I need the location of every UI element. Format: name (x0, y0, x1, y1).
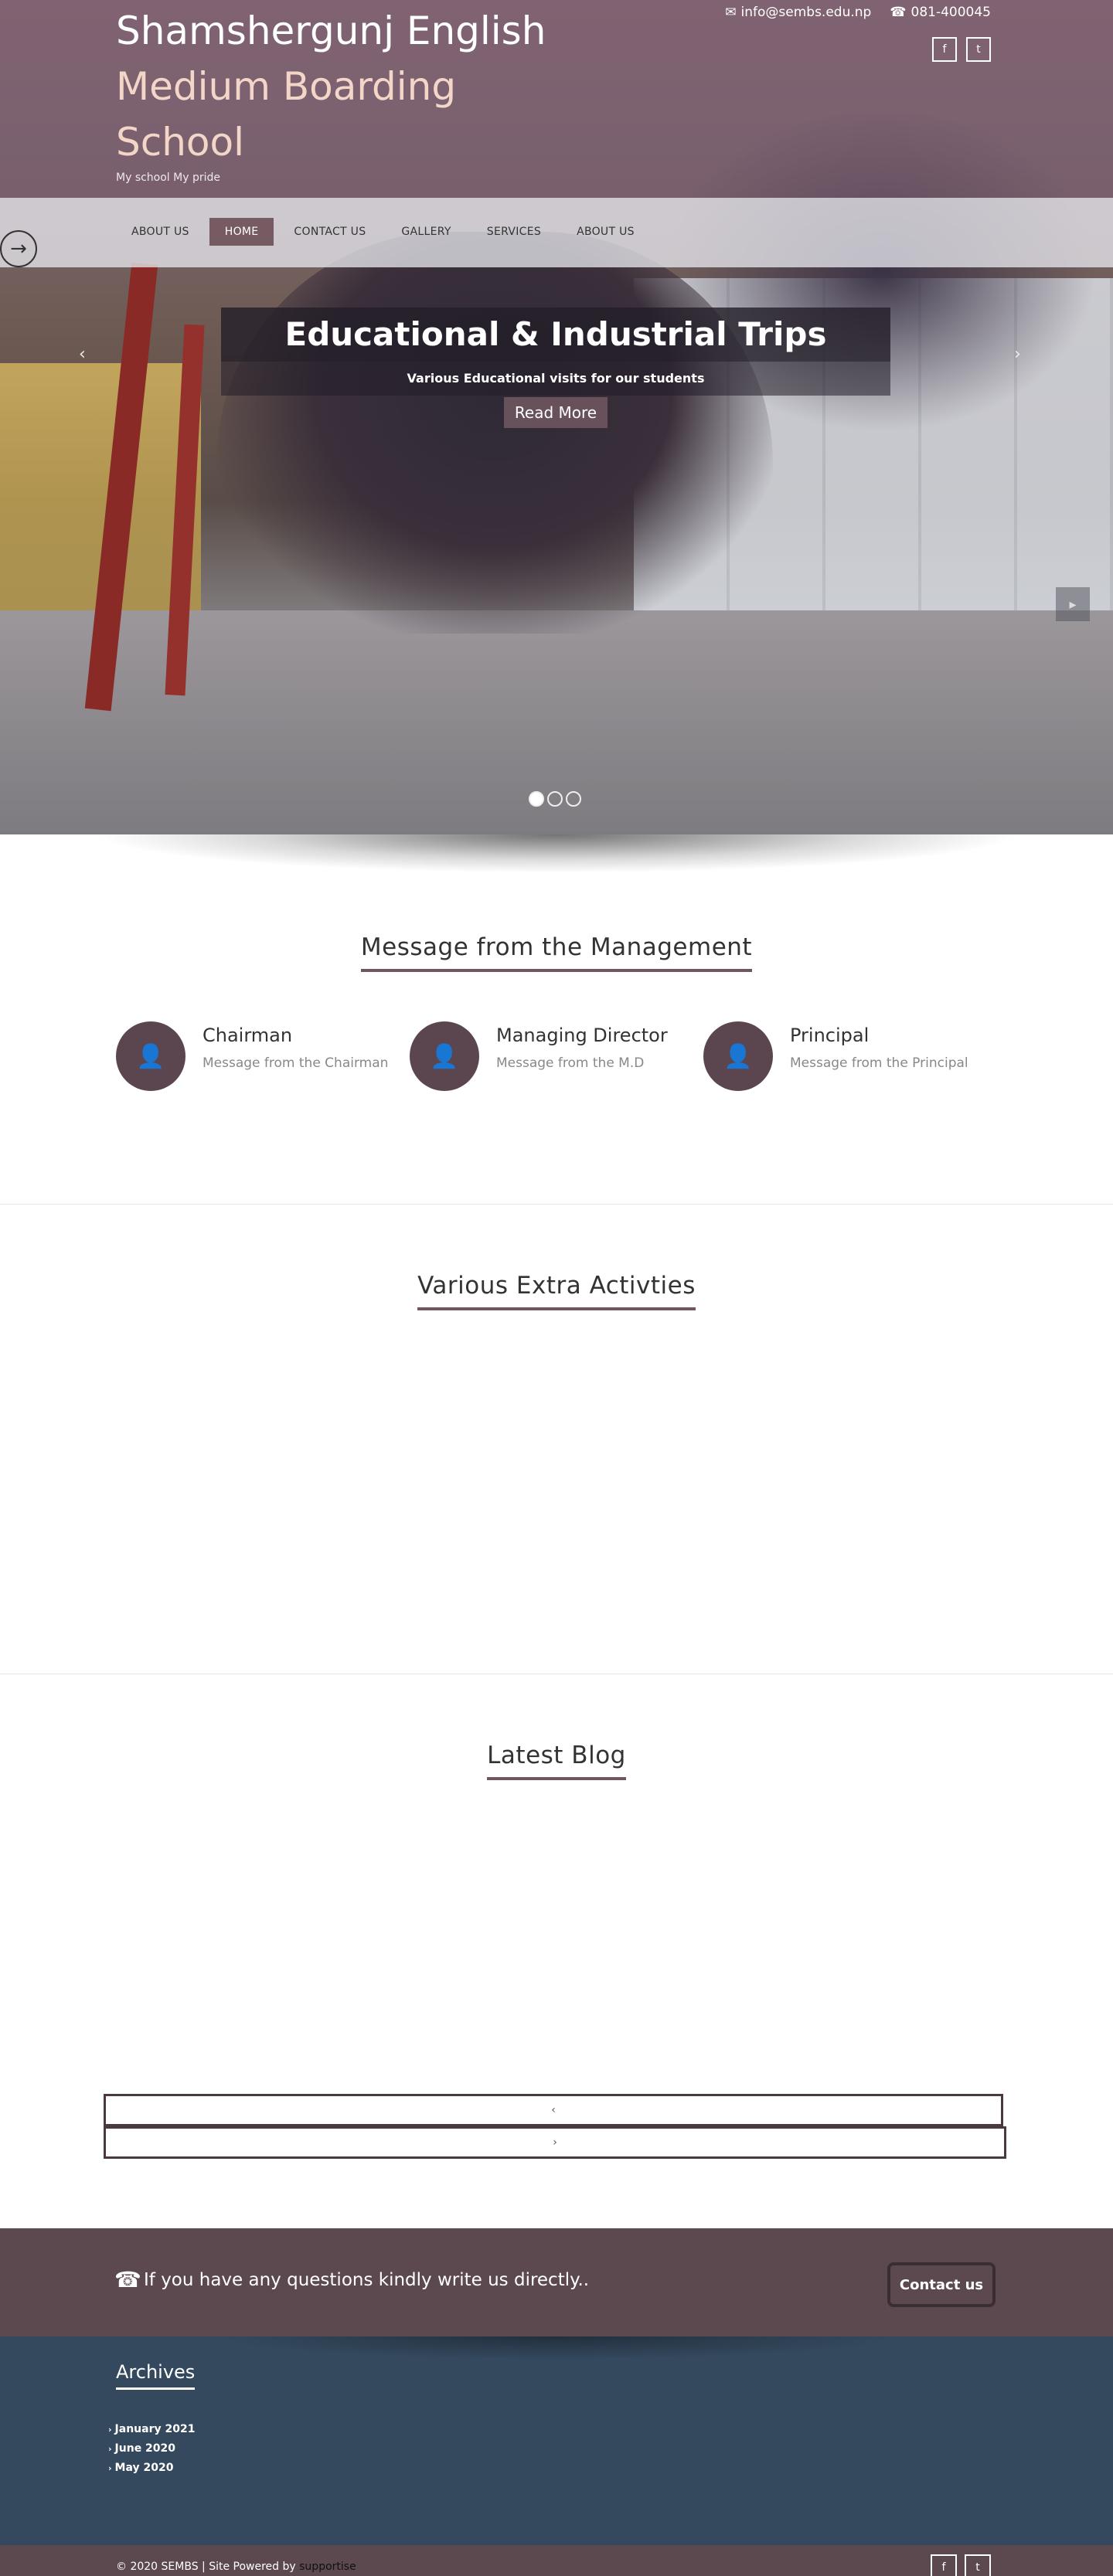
nav-item-gallery[interactable]: GALLERY (386, 218, 466, 246)
bullet-icon: › (108, 2444, 112, 2454)
archive-label[interactable]: May 2020 (115, 2462, 174, 2474)
carousel-next-button[interactable]: › (104, 2126, 1006, 2159)
brand-line-2[interactable]: Medium Boarding (116, 59, 549, 114)
user-icon: 👤 (703, 1021, 773, 1091)
nav-item-home[interactable]: HOME (209, 218, 274, 246)
footer: Archives › January 2021 › June 2020 › May 2… (0, 2336, 1113, 2545)
copyright: © 2020 SEMBS | Site Powered by supportis… (116, 2561, 356, 2573)
archives-title: Archives (116, 2361, 196, 2390)
management-item-principal[interactable]: 👤 Principal Message from the Principal (703, 1021, 997, 1091)
nav-item-services[interactable]: SERVICES (471, 218, 556, 246)
chevron-left-icon: ‹ (551, 2104, 556, 2116)
powered-by-link[interactable]: supportise (299, 2561, 356, 2573)
slide-control-button[interactable]: ▸ (1056, 587, 1090, 621)
blog-title: Latest Blog (487, 1742, 626, 1780)
archive-label[interactable]: June 2020 (115, 2442, 175, 2455)
brand-line-1[interactable]: Shamshergunj English (116, 3, 549, 59)
nav-item-about-us-2[interactable]: ABOUT US (561, 218, 650, 246)
management-name[interactable]: Managing Director (496, 1025, 668, 1046)
twitter-icon[interactable]: t (965, 2554, 991, 2576)
archive-item[interactable]: › January 2021 (108, 2420, 195, 2439)
bullet-icon: › (108, 2463, 112, 2473)
user-icon: 👤 (116, 1021, 186, 1091)
cta-text: If you have any questions kindly write u… (144, 2270, 590, 2290)
site-brand[interactable]: Shamshergunj English Medium Boarding Sch… (116, 3, 549, 184)
management-item-md[interactable]: 👤 Managing Director Message from the M.D (410, 1021, 703, 1091)
envelope-icon: ✉ (725, 5, 737, 20)
header-social-links: f t (932, 37, 991, 62)
footer-social-links: f t (931, 2554, 991, 2576)
user-icon: 👤 (410, 1021, 479, 1091)
chevron-right-icon: › (553, 2136, 557, 2149)
management-item-chairman[interactable]: 👤 Chairman Message from the Chairman (116, 1021, 410, 1091)
hero-shadow (93, 834, 1020, 873)
email-contact[interactable]: ✉ info@sembs.edu.np (725, 5, 871, 20)
email-text[interactable]: info@sembs.edu.np (741, 5, 872, 20)
slide-subtitle: Various Educational visits for our stude… (221, 362, 890, 396)
contact-us-button[interactable]: Contact us (887, 2262, 996, 2307)
management-name[interactable]: Chairman (203, 1025, 388, 1046)
archive-item[interactable]: › May 2020 (108, 2459, 195, 2478)
management-desc: Message from the M.D (496, 1055, 645, 1071)
hero-slider: Shamshergunj English Medium Boarding Sch… (0, 0, 1113, 834)
slide-prev-icon[interactable]: ‹ (79, 345, 86, 364)
bullet-icon: › (108, 2425, 112, 2435)
slide-image-crowd (216, 232, 773, 634)
slider-dot-2[interactable] (547, 791, 563, 807)
blog-section-title: Latest Blog (0, 1742, 1113, 1780)
facebook-icon[interactable]: f (931, 2554, 957, 2576)
archive-label[interactable]: January 2021 (115, 2423, 196, 2435)
contact-topbar: ✉ info@sembs.edu.np ☎ 081-400045 (725, 5, 991, 20)
slider-dot-1[interactable] (529, 791, 544, 807)
slider-dots (529, 791, 581, 807)
management-name[interactable]: Principal (790, 1025, 968, 1046)
phone-icon: ☎ (890, 5, 907, 20)
section-divider (0, 1204, 1113, 1205)
brand-line-3[interactable]: School (116, 114, 549, 170)
carousel-prev-button[interactable]: ‹ (104, 2094, 1003, 2126)
activities-title: Various Extra Activties (417, 1272, 696, 1310)
nav-item-about-us[interactable]: ABOUT US (116, 218, 205, 246)
footer-shadow (216, 2336, 897, 2360)
nav-menu: ABOUT US HOME CONTACT US GALLERY SERVICE… (116, 218, 650, 246)
slider-dot-3[interactable] (566, 791, 581, 807)
archives-list: › January 2021 › June 2020 › May 2020 (108, 2420, 195, 2478)
site-tagline: My school My pride (116, 172, 220, 184)
arrow-right-icon[interactable]: → (0, 230, 37, 267)
management-section-title: Message from the Management (0, 933, 1113, 972)
archive-item[interactable]: › June 2020 (108, 2439, 195, 2459)
contact-cta-band: ☎ If you have any questions kindly write… (0, 2228, 1113, 2336)
nav-item-contact-us[interactable]: CONTACT US (278, 218, 381, 246)
management-title: Message from the Management (360, 933, 753, 972)
phone-contact[interactable]: ☎ 081-400045 (890, 5, 991, 20)
management-list: 👤 Chairman Message from the Chairman 👤 M… (116, 1021, 997, 1091)
phone-text[interactable]: 081-400045 (911, 5, 991, 20)
management-desc: Message from the Chairman (203, 1055, 389, 1071)
activities-section-title: Various Extra Activties (0, 1272, 1113, 1310)
copyright-text: © 2020 SEMBS | Site Powered by (116, 2561, 296, 2573)
slide-caption: Educational & Industrial Trips Various E… (221, 308, 890, 428)
slide-title: Educational & Industrial Trips (221, 308, 890, 362)
management-desc: Message from the Principal (790, 1055, 968, 1071)
facebook-icon[interactable]: f (932, 37, 957, 62)
main-navbar: ABOUT US HOME CONTACT US GALLERY SERVICE… (0, 198, 1113, 267)
phone-icon: ☎ (114, 2267, 141, 2292)
twitter-icon[interactable]: t (966, 37, 991, 62)
slide-next-icon[interactable]: › (1014, 345, 1021, 364)
bottom-bar: © 2020 SEMBS | Site Powered by supportis… (0, 2545, 1113, 2576)
read-more-button[interactable]: Read More (503, 397, 608, 428)
